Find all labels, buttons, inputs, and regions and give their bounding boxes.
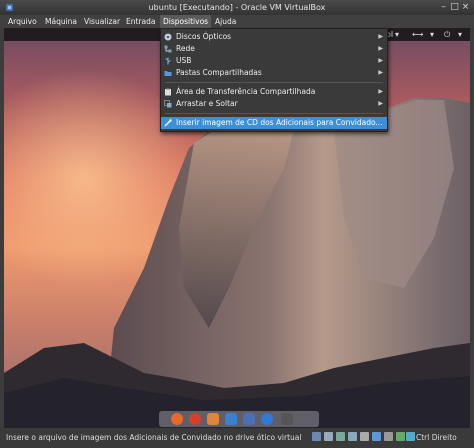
submenu-arrow-icon: ▶ xyxy=(378,33,383,40)
usb-icon xyxy=(165,57,171,65)
usb-status-icon[interactable] xyxy=(360,432,369,441)
menu-separator xyxy=(165,82,383,83)
submenu-arrow-icon: ▶ xyxy=(378,45,383,52)
maximize-icon[interactable]: □ xyxy=(449,2,460,13)
clipboard-icon xyxy=(165,88,171,96)
software-center-icon[interactable] xyxy=(243,413,255,425)
menu-entrada[interactable]: Entrada xyxy=(123,15,158,28)
insert-cd-icon xyxy=(164,119,172,127)
dock xyxy=(159,411,319,427)
optical-drive-icon[interactable] xyxy=(324,432,333,441)
menu-item-rede[interactable]: Rede ▶ xyxy=(161,43,387,55)
apps-grid-icon[interactable] xyxy=(281,413,293,425)
menu-item-area-transferencia[interactable]: Área de Transferência Compartilhada ▶ xyxy=(161,86,387,98)
menu-dispositivos[interactable]: Dispositivos xyxy=(160,15,212,28)
chevron-down-icon[interactable]: ▾ xyxy=(458,29,462,40)
recording-icon[interactable] xyxy=(396,432,405,441)
close-icon[interactable]: × xyxy=(460,2,471,13)
host-key-label: Ctrl Direito xyxy=(416,433,457,442)
ubuntu-icon[interactable] xyxy=(189,413,201,425)
submenu-arrow-icon: ▶ xyxy=(378,88,383,95)
menubar: Arquivo Máquina Visualizar Entrada Dispo… xyxy=(0,15,474,28)
office-icon[interactable] xyxy=(225,413,237,425)
help-icon[interactable] xyxy=(261,413,273,425)
status-bar: Insere o arquivo de imagem dos Adicionai… xyxy=(0,428,474,448)
window-titlebar: ubuntu [Executando] - Oracle VM VirtualB… xyxy=(0,0,474,15)
power-icon[interactable]: ⏻ xyxy=(444,29,450,40)
submenu-arrow-icon: ▶ xyxy=(378,100,383,107)
network-icon xyxy=(164,45,172,53)
menu-separator xyxy=(165,113,383,114)
display-icon[interactable] xyxy=(384,432,393,441)
network-adapter-icon[interactable] xyxy=(348,432,357,441)
shared-folders-status-icon[interactable] xyxy=(372,432,381,441)
menu-maquina[interactable]: Máquina xyxy=(42,15,80,28)
drag-drop-icon xyxy=(164,100,172,108)
network-status-icon[interactable]: ⟷ xyxy=(412,29,423,40)
menu-item-discos-opticos[interactable]: Discos Ópticos ▶ xyxy=(161,31,387,43)
menu-item-usb[interactable]: USB ▶ xyxy=(161,55,387,67)
files-icon[interactable] xyxy=(207,413,219,425)
hard-disk-icon[interactable] xyxy=(312,432,321,441)
firefox-icon[interactable] xyxy=(171,413,183,425)
menu-item-pastas-compartilhadas[interactable]: Pastas Compartilhadas ▶ xyxy=(161,67,387,79)
menu-item-inserir-cd-adicionais[interactable]: Inserir imagem de CD dos Adicionais para… xyxy=(161,117,387,129)
submenu-arrow-icon: ▶ xyxy=(378,69,383,76)
status-message: Insere o arquivo de imagem dos Adicionai… xyxy=(6,433,302,442)
audio-icon[interactable] xyxy=(336,432,345,441)
menu-item-arrastar-soltar[interactable]: Arrastar e Soltar ▶ xyxy=(161,98,387,110)
menu-arquivo[interactable]: Arquivo xyxy=(5,15,40,28)
mouse-integration-icon[interactable] xyxy=(406,432,415,441)
keyboard-icon[interactable]: ▾ xyxy=(430,29,434,40)
dropdown-icon[interactable]: ▾ xyxy=(395,29,399,40)
devices-dropdown-menu: Discos Ópticos ▶ Rede ▶ USB ▶ Pastas Com… xyxy=(160,28,388,132)
virtualbox-icon xyxy=(5,3,14,12)
window-title: ubuntu [Executando] - Oracle VM VirtualB… xyxy=(148,3,326,12)
menu-ajuda[interactable]: Ajuda xyxy=(212,15,239,28)
submenu-arrow-icon: ▶ xyxy=(378,57,383,64)
optical-disc-icon xyxy=(164,33,172,41)
shared-folder-icon xyxy=(164,71,172,76)
minimize-icon[interactable]: – xyxy=(438,2,449,13)
menu-visualizar[interactable]: Visualizar xyxy=(81,15,123,28)
